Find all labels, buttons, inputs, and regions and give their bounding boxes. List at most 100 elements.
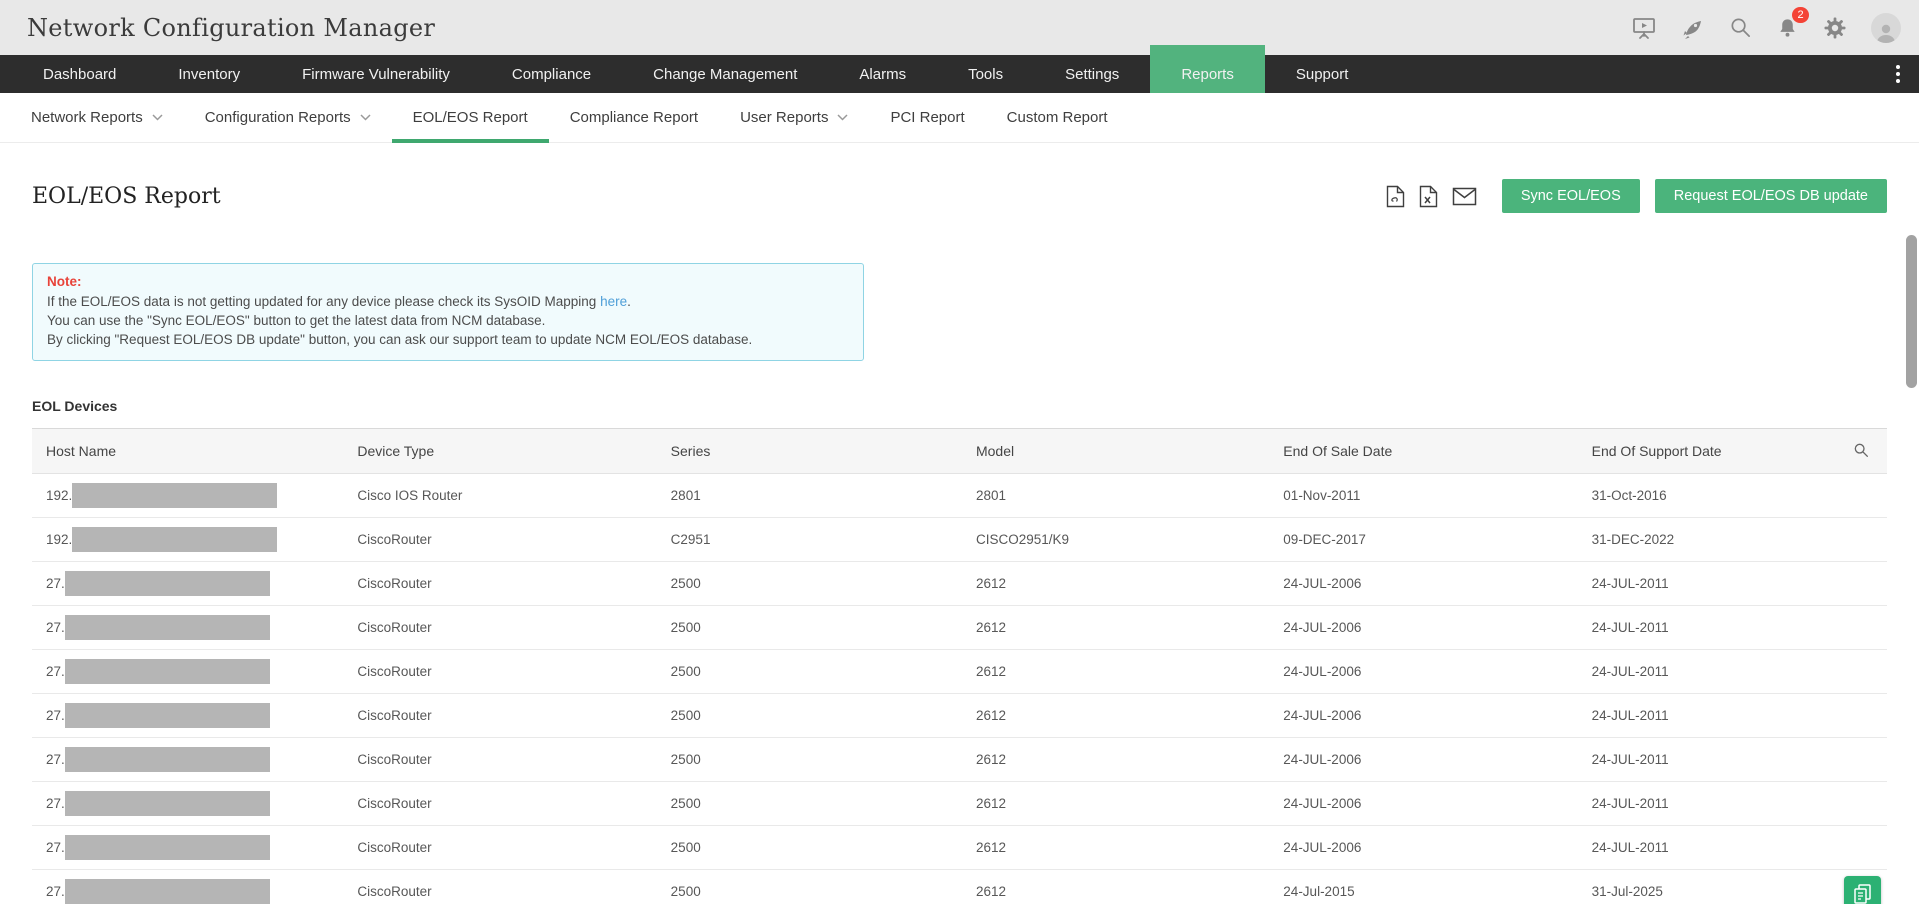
header-icons: 2 xyxy=(1631,6,1901,43)
end-of-support-cell: 31-Oct-2016 xyxy=(1577,473,1841,518)
nav-tab[interactable]: Dashboard xyxy=(12,55,147,93)
table-row[interactable]: 27. CiscoRouter 2500 2612 24-JUL-2006 24… xyxy=(32,649,1887,694)
subnav-tab[interactable]: PCI Report xyxy=(869,93,985,142)
subnav-tab[interactable]: User Reports xyxy=(719,93,869,142)
column-end-of-support-date: End Of Support Date xyxy=(1577,428,1841,474)
host-name-cell: 192. xyxy=(32,517,344,562)
host-name-cell: 27. xyxy=(32,649,344,694)
redacted-host-name xyxy=(72,483,278,508)
host-name-cell: 192. xyxy=(32,473,344,518)
device-type-cell: CiscoRouter xyxy=(343,649,657,694)
nav-tab[interactable]: Compliance xyxy=(481,55,622,93)
end-of-support-cell: 31-DEC-2022 xyxy=(1577,517,1841,562)
subnav-tab-label: Custom Report xyxy=(1006,109,1108,126)
model-cell: 2612 xyxy=(961,649,1270,694)
eol-devices-heading: EOL Devices xyxy=(32,398,118,414)
end-of-sale-cell: 09-DEC-2017 xyxy=(1269,517,1578,562)
presentation-icon[interactable] xyxy=(1631,16,1657,40)
table-row[interactable]: 27. CiscoRouter 2500 2612 24-JUL-2006 24… xyxy=(32,825,1887,870)
nav-tab[interactable]: Alarms xyxy=(828,55,937,93)
end-of-support-cell: 24-JUL-2011 xyxy=(1577,649,1841,694)
redacted-host-name xyxy=(72,527,278,552)
model-cell: 2612 xyxy=(961,825,1270,870)
table-row[interactable]: 27. CiscoRouter 2500 2612 24-JUL-2006 24… xyxy=(32,693,1887,738)
pdf-export-icon[interactable] xyxy=(1386,185,1405,208)
nav-tab-label: Inventory xyxy=(178,65,241,83)
nav-tab[interactable]: Settings xyxy=(1034,55,1150,93)
table-row[interactable]: 27. CiscoRouter 2500 2612 24-Jul-2015 31… xyxy=(32,869,1887,904)
support-chat-widget[interactable] xyxy=(1844,876,1881,904)
nav-tab-label: Dashboard xyxy=(43,65,117,83)
chevron-down-icon xyxy=(152,114,163,121)
email-icon[interactable] xyxy=(1452,187,1477,206)
subnav-tab[interactable]: Compliance Report xyxy=(549,93,719,142)
table-row[interactable]: 27. CiscoRouter 2500 2612 24-JUL-2006 24… xyxy=(32,737,1887,782)
redacted-host-name xyxy=(64,791,270,816)
note-line-1: If the EOL/EOS data is not getting updat… xyxy=(47,294,631,309)
column-host-name: Host Name xyxy=(32,428,344,474)
subnav-tab[interactable]: EOL/EOS Report xyxy=(391,93,549,143)
end-of-support-cell: 24-JUL-2011 xyxy=(1577,605,1841,650)
table-row[interactable]: 192. Cisco IOS Router 2801 2801 01-Nov-2… xyxy=(32,473,1887,518)
device-type-cell: CiscoRouter xyxy=(343,737,657,782)
series-cell: 2500 xyxy=(656,605,962,650)
series-cell: 2500 xyxy=(656,825,962,870)
sysoid-mapping-here-link[interactable]: here xyxy=(600,294,627,309)
table-row[interactable]: 27. CiscoRouter 2500 2612 24-JUL-2006 24… xyxy=(32,781,1887,826)
series-cell: 2500 xyxy=(656,649,962,694)
subnav-tab-label: PCI Report xyxy=(890,109,965,126)
sync-eol-eos-button[interactable]: Sync EOL/EOS xyxy=(1501,179,1640,213)
nav-tab[interactable]: Firmware Vulnerability xyxy=(271,55,481,93)
series-cell: C2951 xyxy=(656,517,962,562)
device-type-cell: Cisco IOS Router xyxy=(343,473,657,518)
table-search-icon[interactable] xyxy=(1853,442,1869,458)
host-name-cell: 27. xyxy=(32,561,344,606)
page-header: EOL/EOS Report Sync EOL/EOS Request EOL/… xyxy=(32,179,1887,213)
export-icons xyxy=(1386,185,1477,208)
excel-export-icon[interactable] xyxy=(1419,185,1438,208)
series-cell: 2500 xyxy=(656,737,962,782)
end-of-support-cell: 24-JUL-2011 xyxy=(1577,561,1841,606)
model-cell: 2612 xyxy=(961,693,1270,738)
redacted-host-name xyxy=(64,571,270,596)
subnav-tab[interactable]: Network Reports xyxy=(10,93,184,142)
subnav-tab[interactable]: Configuration Reports xyxy=(184,93,392,142)
kebab-menu-icon[interactable] xyxy=(1893,62,1903,86)
rocket-icon[interactable] xyxy=(1681,16,1705,40)
subnav-tab[interactable]: Custom Report xyxy=(986,93,1129,142)
table-row[interactable]: 192. CiscoRouter C2951 CISCO2951/K9 09-D… xyxy=(32,517,1887,562)
nav-tab[interactable]: Change Management xyxy=(622,55,828,93)
search-icon[interactable] xyxy=(1729,16,1752,39)
nav-tab-label: Change Management xyxy=(653,65,798,83)
nav-tab[interactable]: Tools xyxy=(937,55,1034,93)
request-eol-eos-db-update-button[interactable]: Request EOL/EOS DB update xyxy=(1654,179,1887,213)
vertical-scrollbar-thumb[interactable] xyxy=(1906,235,1917,388)
end-of-sale-cell: 24-JUL-2006 xyxy=(1269,825,1578,870)
note-label: Note: xyxy=(47,274,82,289)
device-type-cell: CiscoRouter xyxy=(343,693,657,738)
avatar[interactable] xyxy=(1871,12,1901,43)
model-cell: 2612 xyxy=(961,561,1270,606)
table-header-row: Host Name Device Type Series Model End O… xyxy=(32,428,1887,474)
subnav-tab-label: Configuration Reports xyxy=(204,109,351,126)
redacted-host-name xyxy=(64,615,270,640)
series-cell: 2500 xyxy=(656,869,962,904)
end-of-sale-cell: 24-JUL-2006 xyxy=(1269,561,1578,606)
table-row[interactable]: 27. CiscoRouter 2500 2612 24-JUL-2006 24… xyxy=(32,605,1887,650)
end-of-sale-cell: 24-JUL-2006 xyxy=(1269,737,1578,782)
device-type-cell: CiscoRouter xyxy=(343,561,657,606)
table-row[interactable]: 27. CiscoRouter 2500 2612 24-JUL-2006 24… xyxy=(32,561,1887,606)
notification-badge: 2 xyxy=(1792,6,1809,23)
nav-tab[interactable]: Reports xyxy=(1150,45,1265,93)
nav-tab[interactable]: Inventory xyxy=(147,55,271,93)
model-cell: 2612 xyxy=(961,869,1270,904)
device-type-cell: CiscoRouter xyxy=(343,825,657,870)
column-end-of-sale-date: End Of Sale Date xyxy=(1269,428,1578,474)
end-of-support-cell: 24-JUL-2011 xyxy=(1577,693,1841,738)
gear-icon[interactable] xyxy=(1823,16,1847,40)
nav-tab[interactable]: Support xyxy=(1265,55,1380,93)
chevron-down-icon xyxy=(837,114,848,121)
model-cell: 2612 xyxy=(961,737,1270,782)
host-name-cell: 27. xyxy=(32,693,344,738)
bell-icon[interactable]: 2 xyxy=(1776,6,1809,40)
